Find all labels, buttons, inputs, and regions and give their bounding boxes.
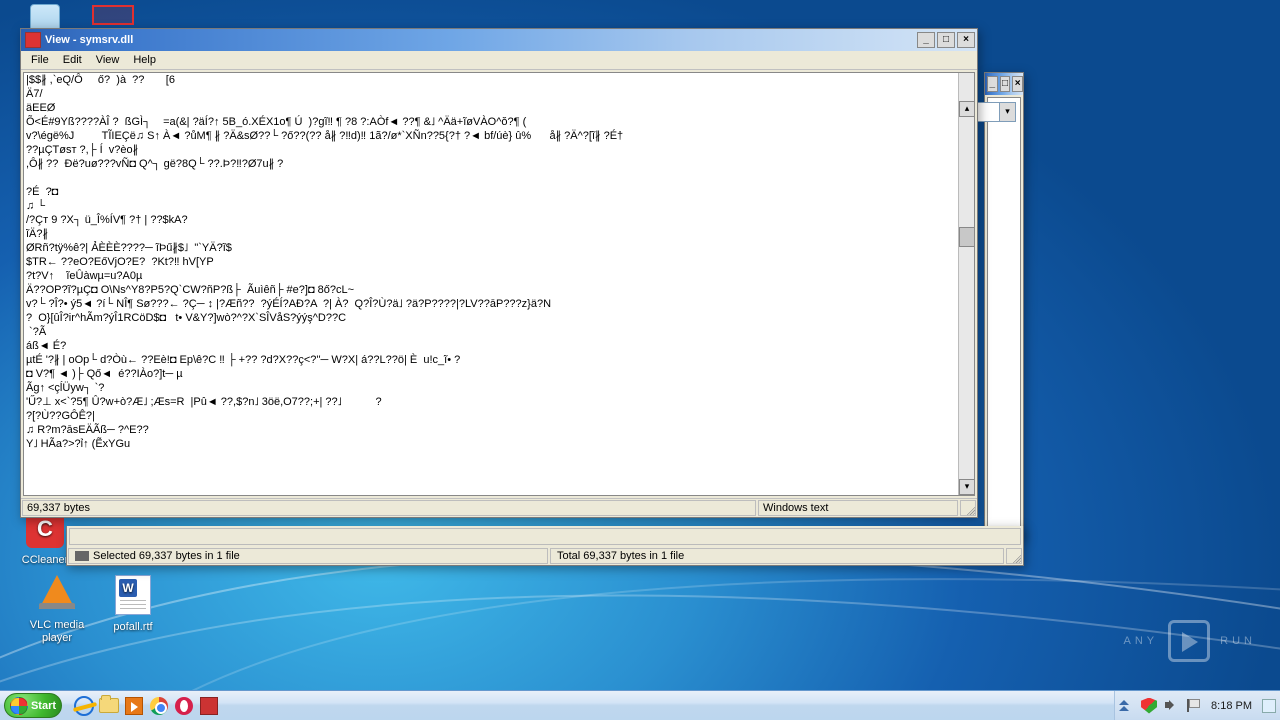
ql-chrome[interactable] [147,694,171,718]
ql-media-player[interactable] [122,694,146,718]
app-icon [25,32,41,48]
close-button[interactable]: × [1012,76,1023,92]
desktop-selection-box [92,5,134,25]
system-tray: 8:18 PM [1114,691,1280,720]
menu-file[interactable]: File [25,53,55,69]
scroll-down-button[interactable]: ▾ [959,479,975,495]
ql-ie[interactable] [72,694,96,718]
status-bytes: 69,337 bytes [22,500,756,516]
play-icon [1168,620,1210,662]
fm-selected-text: Selected 69,337 bytes in 1 file [93,550,240,562]
show-desktop-button[interactable] [1262,699,1276,713]
folder-icon [99,698,119,713]
background-window-body: ▾ [987,97,1021,537]
volume-icon[interactable] [1163,698,1179,714]
maximize-button[interactable]: □ [1000,76,1011,92]
ql-explorer[interactable] [97,694,121,718]
start-label: Start [31,700,56,712]
resize-grip[interactable] [960,500,976,516]
action-center-icon[interactable] [1185,698,1201,714]
status-type: Windows text [758,500,958,516]
scroll-up-button[interactable]: ▴ [959,101,975,117]
maximize-button[interactable]: □ [937,32,955,48]
viewer-window: View - symsrv.dll _ □ × File Edit View H… [20,28,978,518]
titlebar[interactable]: View - symsrv.dll _ □ × [21,29,977,51]
ie-icon [74,696,94,716]
desktop-icon-label: VLC media player [22,619,92,645]
desktop-icon-label: pofall.rtf [98,621,168,634]
media-player-icon [125,697,143,715]
fm-total-text: Total 69,337 bytes in 1 file [557,550,684,562]
resize-grip[interactable] [1006,548,1022,564]
menu-view[interactable]: View [90,53,126,69]
file-content[interactable]: |$$∦ ,`eQ/Ô ő? )à ?? [6 Ä7/ äEEØ Õ<É#9Yß… [26,73,957,495]
watermark-text: ANY [1124,635,1159,647]
vertical-scrollbar[interactable]: ▴ ▾ [958,73,974,495]
opera-icon [175,697,193,715]
drive-icon [75,551,89,561]
app-icon [200,697,218,715]
fm-path-bar[interactable] [69,528,1021,545]
fm-statusbar: Selected 69,337 bytes in 1 file Total 69… [67,547,1023,565]
fm-selected-panel: Selected 69,337 bytes in 1 file [68,548,548,564]
task-area[interactable] [227,691,1114,720]
windows-logo-icon [10,697,28,715]
menu-edit[interactable]: Edit [57,53,88,69]
fm-total-panel: Total 69,337 bytes in 1 file [550,548,1004,564]
chevron-down-icon[interactable]: ▾ [999,103,1015,121]
file-manager-window: Selected 69,337 bytes in 1 file Total 69… [66,526,1024,566]
minimize-button[interactable]: _ [917,32,935,48]
menu-help[interactable]: Help [127,53,162,69]
ql-opera[interactable] [172,694,196,718]
chrome-icon [150,697,168,715]
tray-expand-icon[interactable] [1119,698,1135,714]
start-button[interactable]: Start [4,693,62,718]
minimize-button[interactable]: _ [987,76,998,92]
desktop-icon-pofall[interactable]: pofall.rtf [98,575,168,634]
quick-launch [66,691,227,720]
close-button[interactable]: × [957,32,975,48]
word-doc-icon [115,575,151,615]
background-window[interactable]: _ □ × ▾ [984,72,1024,540]
vlc-icon [39,575,75,609]
text-viewport[interactable]: |$$∦ ,`eQ/Ô ő? )à ?? [6 Ä7/ äEEØ Õ<É#9Yß… [23,72,975,496]
window-title: View - symsrv.dll [45,34,915,46]
menubar: File Edit View Help [21,51,977,70]
security-icon[interactable] [1141,698,1157,714]
watermark: ANY RUN [1124,620,1256,662]
scroll-thumb[interactable] [959,227,975,247]
taskbar: Start 8:18 PM [0,690,1280,720]
statusbar: 69,337 bytes Windows text [21,498,977,517]
clock[interactable]: 8:18 PM [1207,700,1256,712]
desktop-icon-vlc[interactable]: VLC media player [22,575,92,645]
watermark-text: RUN [1220,635,1256,647]
ql-app[interactable] [197,694,221,718]
